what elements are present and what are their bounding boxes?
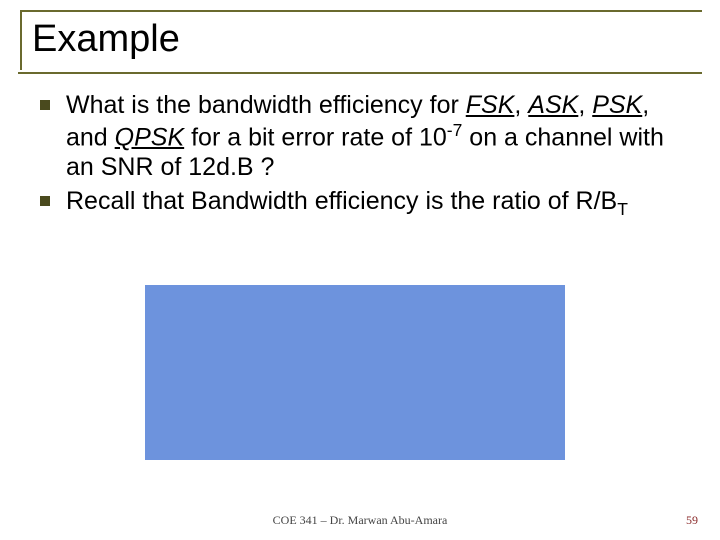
bullet-text: What is the bandwidth efficiency for FSK…	[66, 90, 692, 182]
slide-title: Example	[32, 18, 180, 60]
text-run: ,	[514, 91, 528, 119]
footer-text: COE 341 – Dr. Marwan Abu-Amara	[0, 513, 720, 528]
bullet-item: Recall that Bandwidth efficiency is the …	[40, 186, 692, 220]
title-rule: Example	[18, 10, 702, 74]
bullet-item: What is the bandwidth efficiency for FSK…	[40, 90, 692, 182]
bullet-icon	[40, 196, 50, 206]
modulation-ask: ASK	[528, 91, 578, 119]
page-number: 59	[686, 513, 698, 528]
text-run: for a bit error rate of 10	[184, 123, 447, 151]
content-area: What is the bandwidth efficiency for FSK…	[18, 86, 702, 220]
title-box: Example	[20, 10, 702, 70]
text-run: Recall that Bandwidth efficiency is the …	[66, 187, 617, 215]
bullet-icon	[40, 100, 50, 110]
modulation-fsk: FSK	[466, 91, 515, 119]
covered-equation-box	[145, 285, 565, 460]
modulation-qpsk: QPSK	[115, 123, 184, 151]
exponent: -7	[447, 120, 463, 140]
text-run: What is the bandwidth efficiency for	[66, 91, 466, 119]
modulation-psk: PSK	[592, 91, 642, 119]
bullet-text: Recall that Bandwidth efficiency is the …	[66, 186, 628, 220]
subscript: T	[617, 199, 628, 219]
text-run: ,	[578, 91, 592, 119]
slide: Example What is the bandwidth efficiency…	[0, 0, 720, 540]
